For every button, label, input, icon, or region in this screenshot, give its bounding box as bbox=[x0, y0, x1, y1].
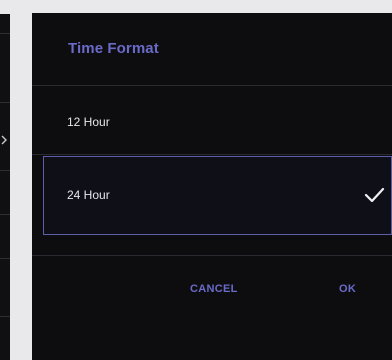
list-divider bbox=[0, 316, 10, 317]
screen: Time Format 12 Hour 24 Hour CANCEL OK bbox=[0, 0, 392, 360]
option-24-hour[interactable]: 24 Hour bbox=[43, 156, 392, 235]
cancel-button[interactable]: CANCEL bbox=[184, 279, 244, 299]
actions-divider bbox=[32, 255, 392, 256]
chevron-right-icon bbox=[1, 135, 7, 145]
option-label: 24 Hour bbox=[67, 188, 110, 202]
title-divider bbox=[32, 85, 392, 86]
list-divider bbox=[0, 170, 10, 171]
option-divider bbox=[32, 154, 392, 155]
option-label: 12 Hour bbox=[67, 115, 110, 129]
list-divider bbox=[0, 258, 10, 259]
list-divider bbox=[0, 33, 10, 34]
dialog-actions: CANCEL OK bbox=[32, 279, 392, 309]
check-icon bbox=[364, 187, 385, 203]
background-settings-list bbox=[0, 14, 10, 360]
option-12-hour[interactable]: 12 Hour bbox=[32, 95, 392, 149]
list-divider bbox=[0, 102, 10, 103]
time-format-dialog: Time Format 12 Hour 24 Hour CANCEL OK bbox=[32, 13, 392, 360]
ok-button[interactable]: OK bbox=[333, 279, 362, 299]
list-divider bbox=[0, 214, 10, 215]
dialog-title: Time Format bbox=[68, 40, 159, 57]
